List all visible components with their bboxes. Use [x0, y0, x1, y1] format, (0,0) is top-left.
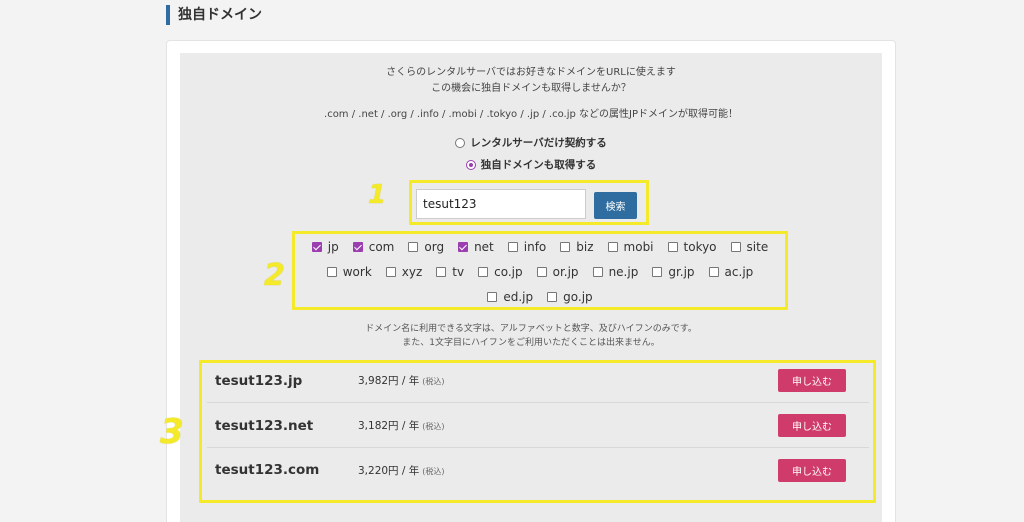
annotation-number-1: 1 — [368, 180, 387, 210]
tld-option-ac-jp[interactable]: ac.jp — [708, 263, 754, 281]
result-domain: tesut123.jp — [215, 372, 303, 389]
result-domain: tesut123.com — [215, 462, 320, 478]
tld-checkbox[interactable] — [408, 242, 419, 252]
tld-checkbox[interactable] — [708, 267, 719, 277]
tld-option-or-jp[interactable]: or.jp — [536, 263, 579, 281]
tld-label: ne.jp — [608, 265, 639, 279]
tld-availability-text: .com / .net / .org / .info / .mobi / .to… — [324, 109, 738, 120]
result-price: 3,982円 / 年 (税込) — [358, 373, 445, 388]
tld-label: net — [474, 240, 494, 254]
tld-label: ed.jp — [503, 290, 534, 304]
tld-option-work[interactable]: work — [326, 263, 372, 281]
tld-label: or.jp — [552, 265, 579, 279]
tld-label: jp — [327, 240, 339, 254]
tld-checkbox[interactable] — [487, 292, 498, 302]
tax-label: (税込) — [422, 377, 445, 386]
tld-checkbox[interactable] — [560, 242, 571, 252]
tld-label: ac.jp — [724, 265, 754, 279]
tld-label: mobi — [623, 240, 654, 254]
option-server-only[interactable]: レンタルサーバだけ契約する — [180, 135, 882, 150]
tld-label: site — [746, 240, 769, 254]
tld-label: xyz — [401, 265, 423, 279]
tld-checkbox[interactable] — [436, 267, 447, 277]
tld-checkbox[interactable] — [730, 242, 741, 252]
option-with-domain[interactable]: 独自ドメインも取得する — [180, 157, 882, 172]
radio-server-only[interactable] — [455, 137, 466, 148]
intro-line-2: この機会に独自ドメインも取得しませんか？ — [431, 83, 631, 94]
search-button[interactable]: 検索 — [594, 192, 637, 219]
tld-checkbox[interactable] — [607, 242, 618, 252]
tld-label: info — [523, 240, 547, 254]
tld-checkbox[interactable] — [652, 267, 663, 277]
tld-checkbox[interactable] — [385, 267, 396, 277]
result-domain: tesut123.net — [215, 417, 314, 434]
tld-checkbox[interactable] — [507, 242, 518, 252]
tld-checkbox[interactable] — [592, 267, 603, 277]
section-heading: 独自ドメイン — [166, 5, 262, 25]
tld-checkbox[interactable] — [547, 292, 558, 302]
tld-option-tv[interactable]: tv — [436, 263, 464, 281]
tld-checkbox[interactable] — [478, 267, 489, 277]
tld-option-info[interactable]: info — [507, 238, 547, 256]
tld-checkbox-row-3: ed.jp go.jp — [292, 288, 788, 306]
tld-option-mobi[interactable]: mobi — [607, 238, 654, 256]
tld-label: gr.jp — [668, 265, 695, 279]
intro-line-1: さくらのレンタルサーバではお好きなドメインをURLに使えます — [386, 67, 676, 78]
tld-option-gr-jp[interactable]: gr.jp — [652, 263, 695, 281]
price-value: 3,982円 / 年 — [358, 375, 420, 387]
apply-button[interactable]: 申し込む — [778, 458, 846, 482]
note-line-2: また、1文字目にハイフンをご利用いただくことは出来ません。 — [402, 338, 660, 348]
tld-option-jp[interactable]: jp — [311, 238, 339, 256]
annotation-number-2: 2 — [264, 258, 285, 293]
result-price: 3,220円 / 年 (税込) — [358, 463, 445, 478]
tld-option-go-jp[interactable]: go.jp — [547, 288, 593, 306]
result-row: tesut123.jp 3,982円 / 年 (税込) 申し込む — [207, 359, 869, 403]
tld-checkbox[interactable] — [536, 267, 547, 277]
tld-label: tokyo — [683, 240, 717, 254]
tld-checkbox[interactable] — [326, 267, 337, 277]
tld-checkbox[interactable] — [311, 242, 322, 252]
apply-button[interactable]: 申し込む — [778, 369, 846, 392]
annotation-number-3: 3 — [160, 412, 184, 452]
option-server-only-label: レンタルサーバだけ契約する — [470, 137, 607, 149]
tld-checkbox[interactable] — [458, 242, 469, 252]
tld-option-ed-jp[interactable]: ed.jp — [487, 288, 533, 306]
apply-button[interactable]: 申し込む — [778, 414, 846, 437]
result-row: tesut123.net 3,182円 / 年 (税込) 申し込む — [207, 404, 869, 448]
tld-option-tokyo[interactable]: tokyo — [667, 238, 717, 256]
tld-label: biz — [576, 240, 594, 254]
tax-label: (税込) — [422, 466, 445, 476]
radio-with-domain[interactable] — [465, 159, 476, 170]
tld-label: tv — [452, 265, 465, 279]
tld-checkbox-row-2: work xyz tv co.jp or.jp ne.jp gr.jp ac.jp — [292, 263, 788, 281]
tld-option-org[interactable]: org — [408, 238, 444, 256]
tld-label: com — [368, 240, 395, 254]
price-value: 3,182円 / 年 — [358, 420, 420, 432]
tld-label: co.jp — [494, 265, 523, 279]
tld-option-com[interactable]: com — [352, 238, 395, 256]
tld-checkbox[interactable] — [352, 242, 363, 252]
tld-checkbox-row-1: jp com org net info biz mobi tokyo site — [292, 238, 788, 256]
result-price: 3,182円 / 年 (税込) — [358, 418, 445, 433]
result-row: tesut123.com 3,220円 / 年 (税込) 申し込む — [207, 448, 869, 492]
option-with-domain-label: 独自ドメインも取得する — [480, 159, 597, 171]
tld-option-site[interactable]: site — [730, 238, 769, 256]
tld-option-co-jp[interactable]: co.jp — [478, 263, 523, 281]
tld-option-ne-jp[interactable]: ne.jp — [592, 263, 639, 281]
domain-search-input[interactable]: tesut123 — [416, 189, 586, 219]
tld-checkbox[interactable] — [667, 242, 678, 252]
tld-option-net[interactable]: net — [458, 238, 494, 256]
tld-label: org — [424, 240, 445, 254]
price-value: 3,220円 / 年 — [358, 464, 420, 477]
tax-label: (税込) — [422, 422, 445, 431]
tld-label: work — [342, 265, 372, 279]
tld-option-biz[interactable]: biz — [560, 238, 594, 256]
tld-option-xyz[interactable]: xyz — [385, 263, 423, 281]
tld-label: go.jp — [563, 290, 593, 304]
note-line-1: ドメイン名に利用できる文字は、アルファベットと数字、及びハイフンのみです。 — [365, 324, 697, 334]
